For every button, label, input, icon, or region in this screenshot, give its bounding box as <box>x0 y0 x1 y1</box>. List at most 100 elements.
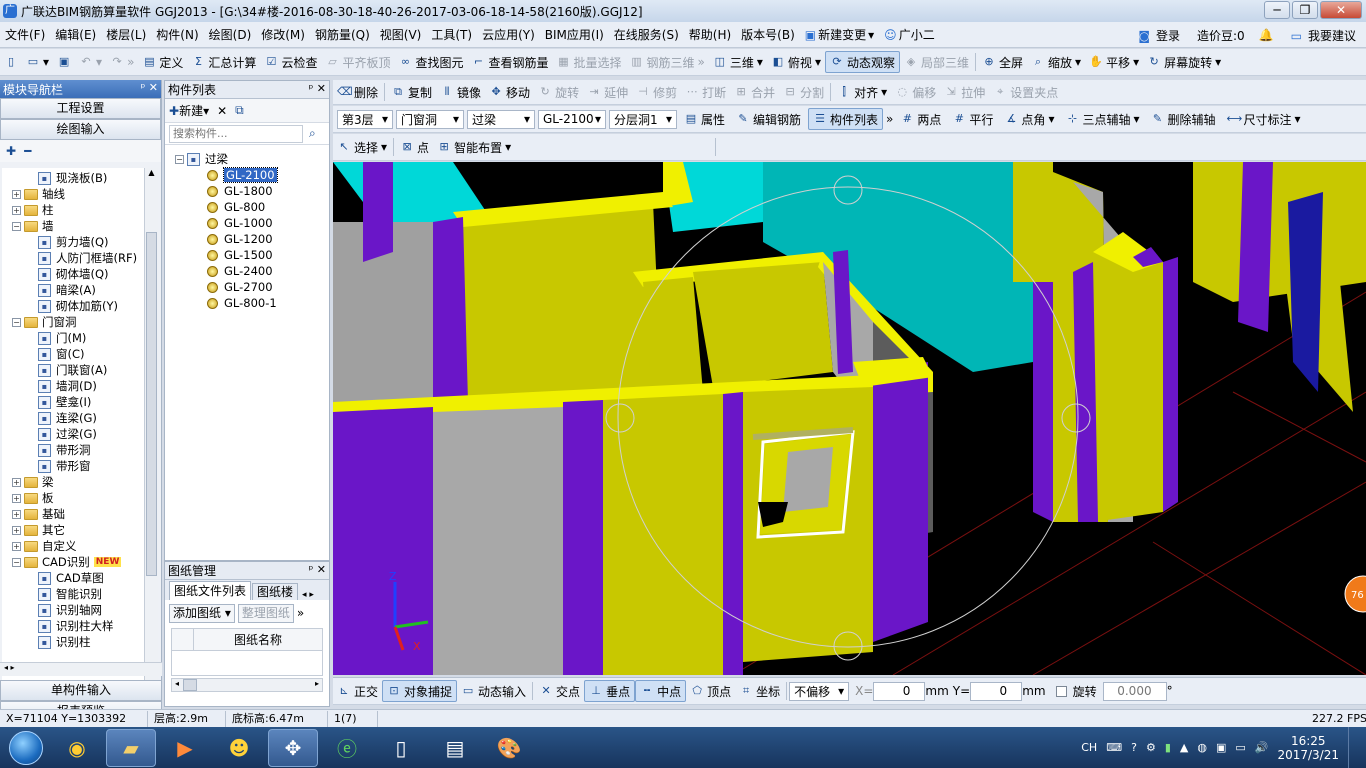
collapse-icon[interactable]: − <box>12 221 21 231</box>
tree-item[interactable]: ▪ 带形洞 <box>2 442 144 458</box>
layer-select[interactable]: 分层洞1 ▾ <box>609 109 677 129</box>
tree-item[interactable]: ▪ 暗梁(A) <box>2 282 144 298</box>
tree-item[interactable]: ▪ 现浇板(B) <box>2 170 144 186</box>
undo-button[interactable]: ↶ ▾ <box>75 51 106 73</box>
three-point-aux-dropdown[interactable]: ⊹ 三点辅轴 ▾ <box>1061 108 1143 130</box>
open-file-button[interactable]: ▭ ▾ <box>22 51 53 73</box>
trim-button[interactable]: ⊣ 修剪 <box>632 81 681 103</box>
drawing-pin-close[interactable]: ᵖ ✕ <box>309 563 326 576</box>
help-icon[interactable]: ? <box>1131 741 1137 754</box>
menu-version[interactable]: 版本号(B) <box>736 26 800 43</box>
define-button[interactable]: ▤ 定义 <box>138 51 187 73</box>
tree-item[interactable]: ▪ 门(M) <box>2 330 144 346</box>
tree-item[interactable]: ▪ 连梁(G) <box>2 410 144 426</box>
tree-item[interactable]: ▪ 过梁(G) <box>2 426 144 442</box>
settings-icon[interactable]: ⚙ <box>1146 741 1156 754</box>
partial-3d-button[interactable]: ◈ 局部三维 <box>900 51 973 73</box>
drawing-input-button[interactable]: 绘图输入 <box>0 119 161 140</box>
delete-aux-button[interactable]: ✎ 删除辅轴 <box>1147 108 1220 130</box>
tree-item[interactable]: ▪ 识别柱大样 <box>2 618 144 634</box>
rotate-angle-input[interactable]: 0.000 <box>1102 681 1167 701</box>
new-file-button[interactable]: ▯ <box>0 51 22 73</box>
minimize-button[interactable]: ─ <box>1264 1 1290 19</box>
rebar-3d-button[interactable]: ▥ 钢筋三维» <box>626 51 709 73</box>
add-drawing-button[interactable]: 添加图纸 ▾ <box>169 603 235 623</box>
tab-drawing-floors[interactable]: 图纸楼 <box>252 583 299 600</box>
expand-icon[interactable]: + <box>12 189 21 199</box>
nav-pin-close[interactable]: ᵖ ✕ <box>141 81 158 94</box>
top-view-dropdown[interactable]: ◧ 俯视 ▾ <box>767 51 825 73</box>
nav-hscrollbar[interactable]: ◂ ▸ <box>0 662 162 676</box>
parallel-button[interactable]: # 平行 <box>948 108 997 130</box>
two-point-button[interactable]: # 两点 <box>896 108 945 130</box>
expand-icon[interactable]: + <box>12 525 21 535</box>
show-desktop-button[interactable] <box>1348 727 1358 768</box>
taskbar-app-doc[interactable]: ▯ <box>376 729 426 767</box>
align-dropdown[interactable]: ⫿ 对齐 ▾ <box>833 81 891 103</box>
rotate-checkbox[interactable] <box>1055 685 1067 697</box>
new-component-button[interactable]: ✚新建▾ <box>169 102 209 119</box>
extend-button[interactable]: ⇥ 延伸 <box>583 81 632 103</box>
taskbar-app-explorer[interactable]: ▰ <box>106 728 156 767</box>
network-icon[interactable]: ◍ <box>1197 741 1207 754</box>
3d-model-canvas[interactable]: Z X 76 <box>333 162 1366 675</box>
bell-icon[interactable]: 🔔 <box>1256 28 1277 42</box>
component-item[interactable]: GL-2100 <box>175 167 329 183</box>
menu-floor[interactable]: 楼层(L) <box>101 26 151 43</box>
stretch-button[interactable]: ⇲ 拉伸 <box>940 81 989 103</box>
offset-mode-select[interactable]: 不偏移 ▾ <box>789 681 850 701</box>
xiaoer-menu[interactable]: ☺ 广小二 <box>879 26 942 43</box>
tab-drawing-files[interactable]: 图纸文件列表 <box>169 581 252 600</box>
device-icon[interactable]: ▣ <box>1216 741 1226 754</box>
organize-drawing-button[interactable]: 整理图纸 <box>237 603 294 623</box>
flat-top-button[interactable]: ▱ 平齐板顶 <box>321 51 394 73</box>
toolbar-more-icon[interactable]: » <box>886 112 893 126</box>
comp-pin-close[interactable]: ᵖ ✕ <box>309 82 326 95</box>
tree-folder[interactable]: − CAD识别 NEW <box>2 554 144 570</box>
tree-folder[interactable]: + 轴线 <box>2 186 144 202</box>
tree-item[interactable]: ▪ 壁龛(I) <box>2 394 144 410</box>
intersect-snap[interactable]: ✕ 交点 <box>535 680 584 702</box>
taskbar-app-browser[interactable]: ◉ <box>52 729 102 767</box>
summary-button[interactable]: Σ 汇总计算 <box>187 51 260 73</box>
tree-folder[interactable]: + 其它 <box>2 522 144 538</box>
menu-component[interactable]: 构件(N) <box>151 26 203 43</box>
component-item[interactable]: GL-800 <box>175 199 329 215</box>
tree-item[interactable]: ▪ 砌体加筋(Y) <box>2 298 144 314</box>
expand-icon[interactable]: + <box>12 509 21 519</box>
3d-viewport[interactable]: Z X 76 <box>333 162 1366 675</box>
point-angle-dropdown[interactable]: ∡ 点角 ▾ <box>1000 108 1058 130</box>
cloud-check-button[interactable]: ☑ 云检查 <box>260 51 321 73</box>
component-item[interactable]: GL-1800 <box>175 183 329 199</box>
taskbar-app-qq[interactable]: ☻ <box>214 729 264 767</box>
y-offset-input[interactable]: 0 <box>970 681 1023 701</box>
component-root[interactable]: − ▪ 过梁 <box>175 151 329 167</box>
expand-icon[interactable]: + <box>12 541 21 551</box>
tree-item[interactable]: ▪ 窗(C) <box>2 346 144 362</box>
dynamic-input-toggle[interactable]: ▭ 动态输入 <box>457 680 530 702</box>
component-search-input[interactable] <box>169 124 303 143</box>
expand-icon[interactable]: + <box>12 477 21 487</box>
show-hidden-icon[interactable]: ▲ <box>1180 741 1188 754</box>
tree-folder[interactable]: + 梁 <box>2 474 144 490</box>
pan-dropdown[interactable]: ✋ 平移 ▾ <box>1085 51 1143 73</box>
save-button[interactable]: ▣ <box>53 51 75 73</box>
collapse-all-icon[interactable]: ━ <box>24 144 31 158</box>
zoom-dropdown[interactable]: ⌕ 缩放 ▾ <box>1027 51 1085 73</box>
keyboard-icon[interactable]: ⌨ <box>1106 741 1122 754</box>
menu-edit[interactable]: 编辑(E) <box>50 26 101 43</box>
find-button[interactable]: ∞ 查找图元 <box>394 51 467 73</box>
tree-item[interactable]: ▪ 砌体墙(Q) <box>2 266 144 282</box>
login-link[interactable]: ◙ 登录 <box>1132 27 1186 44</box>
tree-folder[interactable]: + 柱 <box>2 202 144 218</box>
merge-button[interactable]: ⊞ 合并 <box>730 81 779 103</box>
set-point-button[interactable]: ⌖ 设置夹点 <box>989 81 1062 103</box>
ortho-toggle[interactable]: ⊾ 正交 <box>333 680 382 702</box>
property-button[interactable]: ▤ 属性 <box>680 108 729 130</box>
move-button[interactable]: ✥ 移动 <box>485 81 534 103</box>
new-change-menu[interactable]: ▣ 新建变更 ▾ <box>800 26 879 43</box>
taskbar-app-ggj[interactable]: ✥ <box>268 728 318 767</box>
start-button[interactable] <box>0 727 52 768</box>
delete-component-icon[interactable]: ✕ <box>217 104 227 118</box>
component-item[interactable]: GL-2700 <box>175 279 329 295</box>
